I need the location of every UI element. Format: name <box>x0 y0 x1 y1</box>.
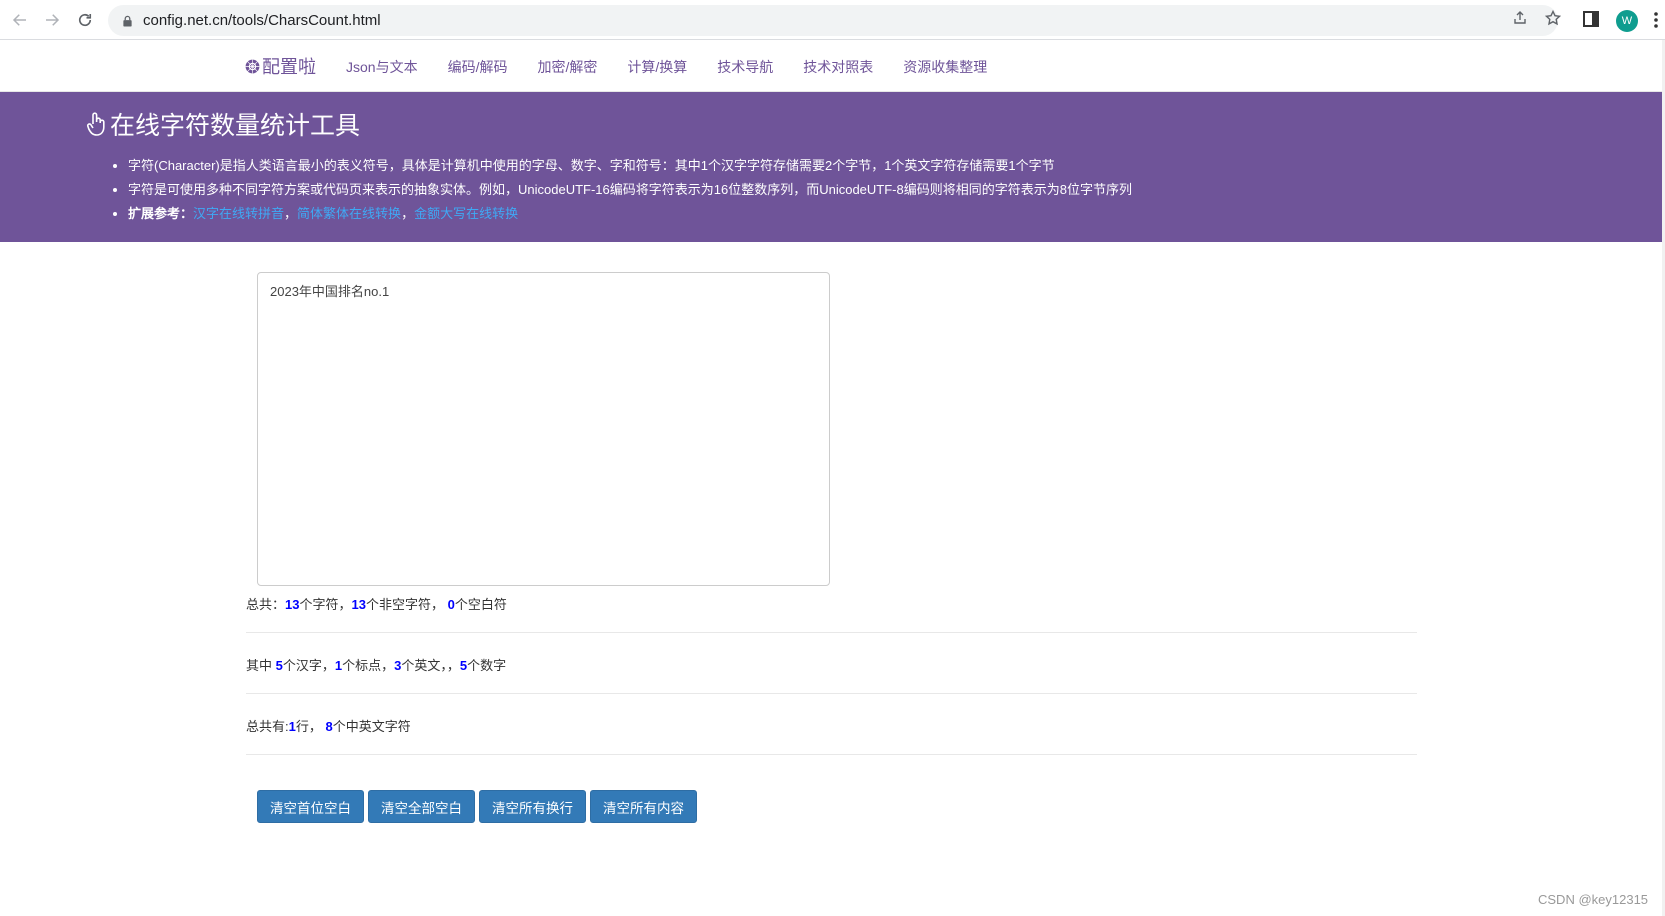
address-bar[interactable]: config.net.cn/tools/CharsCount.html <box>108 5 1558 36</box>
stat-label: 个中英文字符 <box>332 719 411 734</box>
nav-link-encode-decode[interactable]: 编码/解码 <box>448 57 508 77</box>
description-item: 字符是可使用多种不同字符方案或代码页来表示的抽象实体。例如，UnicodeUTF… <box>128 178 1132 202</box>
stat-label: 总共： <box>246 597 286 612</box>
stat-label: 其中 <box>246 658 276 673</box>
extended-references-label: 扩展参考： <box>128 206 194 221</box>
url-text[interactable]: config.net.cn/tools/CharsCount.html <box>143 12 381 29</box>
link-pinyin-converter[interactable]: 汉字在线转拼音 <box>193 206 284 221</box>
trim-leading-trailing-whitespace-button[interactable]: 清空首位空白 <box>257 790 364 823</box>
stat-label: 个英文，， <box>401 658 460 673</box>
nav-links: Json与文本 编码/解码 加密/解密 计算/换算 技术导航 技术对照表 资源收… <box>346 57 1017 77</box>
clear-all-content-button[interactable]: 清空所有内容 <box>590 790 697 823</box>
mixed-char-count: 8 <box>325 719 333 734</box>
separator: ， <box>284 206 298 221</box>
divider <box>246 754 1417 755</box>
nav-link-json-text[interactable]: Json与文本 <box>346 57 418 77</box>
hanzi-count: 5 <box>275 658 283 673</box>
text-input-area[interactable]: 2023年中国排名no.1 <box>257 272 830 586</box>
stats-breakdown-row: 其中 5个汉字，1个标点，3个英文，，5个数字 <box>246 655 506 674</box>
clear-all-whitespace-button[interactable]: 清空全部空白 <box>368 790 475 823</box>
nav-link-calculate-convert[interactable]: 计算/换算 <box>627 57 687 77</box>
stat-label: 个数字 <box>467 658 507 673</box>
whitespace-count: 0 <box>447 597 455 612</box>
hero-banner: 在线字符数量统计工具 字符(Character)是指人类语言最小的表义符号，具体… <box>0 92 1665 242</box>
hero-description-list: 字符(Character)是指人类语言最小的表义符号，具体是计算机中使用的字母、… <box>110 154 1132 226</box>
link-simplified-traditional[interactable]: 简体繁体在线转换 <box>297 206 401 221</box>
stat-label: 个空白符 <box>454 597 507 612</box>
stat-label: 行， <box>295 719 326 734</box>
stats-lines-row: 总共有:1行， 8个中英文字符 <box>246 716 411 735</box>
back-arrow-icon[interactable] <box>8 8 32 32</box>
brand-logo[interactable]: 配置啦 <box>244 53 316 79</box>
nav-link-encrypt-decrypt[interactable]: 加密/解密 <box>537 57 597 77</box>
stat-label: 个汉字， <box>282 658 335 673</box>
divider <box>246 632 1417 633</box>
bookmark-star-icon[interactable] <box>1543 8 1563 28</box>
clear-all-newlines-button[interactable]: 清空所有换行 <box>479 790 586 823</box>
page-title-text: 在线字符数量统计工具 <box>110 112 361 140</box>
nav-link-resources[interactable]: 资源收集整理 <box>903 57 987 77</box>
watermark: CSDN @key12315 <box>1538 892 1649 907</box>
site-navbar: 配置啦 Json与文本 编码/解码 加密/解密 计算/换算 技术导航 技术对照表… <box>0 40 1665 92</box>
side-panel-icon[interactable] <box>1582 10 1600 28</box>
reload-icon[interactable] <box>73 8 97 32</box>
brand-gear-icon <box>245 59 260 73</box>
lock-icon[interactable] <box>122 15 134 27</box>
nav-link-tech-reference[interactable]: 技术对照表 <box>803 57 873 77</box>
description-item: 字符(Character)是指人类语言最小的表义符号，具体是计算机中使用的字母、… <box>128 154 1132 178</box>
browser-toolbar: config.net.cn/tools/CharsCount.html W <box>0 0 1665 40</box>
page-title: 在线字符数量统计工具 <box>86 106 360 142</box>
stats-total-row: 总共：13个字符，13个非空字符， 0个空白符 <box>246 594 507 613</box>
nav-link-tech-navigation[interactable]: 技术导航 <box>717 57 773 77</box>
non-space-count: 13 <box>351 597 366 612</box>
profile-avatar[interactable]: W <box>1616 10 1638 32</box>
separator: ， <box>401 206 415 221</box>
divider <box>246 693 1417 694</box>
link-amount-uppercase[interactable]: 金额大写在线转换 <box>414 206 518 221</box>
stat-label: 个标点， <box>342 658 395 673</box>
stat-label: 个非空字符， <box>365 597 448 612</box>
line-count: 1 <box>288 719 296 734</box>
brand-name[interactable]: 配置啦 <box>262 53 316 79</box>
stat-label: 个字符， <box>299 597 352 612</box>
hand-pointing-icon <box>87 112 105 136</box>
action-buttons: 清空首位空白 清空全部空白 清空所有换行 清空所有内容 <box>257 790 701 823</box>
share-icon[interactable] <box>1510 8 1530 28</box>
forward-arrow-icon[interactable] <box>40 8 64 32</box>
stat-label: 总共有: <box>246 719 289 734</box>
extended-references: 扩展参考：汉字在线转拼音，简体繁体在线转换，金额大写在线转换 <box>128 202 1132 226</box>
total-chars-count: 13 <box>285 597 300 612</box>
more-menu-icon[interactable] <box>1651 10 1661 30</box>
